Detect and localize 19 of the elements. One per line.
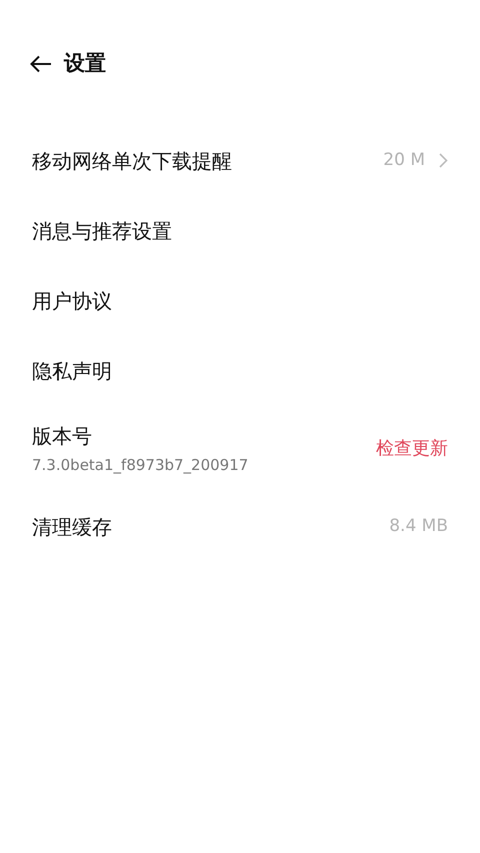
check-update-link[interactable]: 检查更新 bbox=[376, 435, 448, 462]
setting-label: 用户协议 bbox=[32, 288, 112, 314]
settings-row[interactable]: 移动网络单次下载提醒 20 M bbox=[0, 126, 480, 196]
setting-label: 清理缓存 bbox=[32, 514, 112, 540]
chevron-icon bbox=[439, 153, 448, 168]
setting-label: 消息与推荐设置 bbox=[32, 218, 172, 244]
setting-label: 隐私声明 bbox=[32, 358, 112, 384]
page-title: 设置 bbox=[64, 50, 106, 77]
back-arrow-icon[interactable] bbox=[30, 54, 52, 73]
setting-value: 20 M bbox=[383, 148, 425, 172]
setting-label: 移动网络单次下载提醒 bbox=[32, 148, 232, 174]
setting-value: 8.4 MB bbox=[389, 514, 448, 538]
version-number: 7.3.0beta1_f8973b7_200917 bbox=[32, 454, 248, 476]
settings-row[interactable]: 消息与推荐设置 bbox=[0, 196, 480, 266]
settings-row[interactable]: 隐私声明 bbox=[0, 336, 480, 406]
setting-label: 版本号 bbox=[32, 422, 93, 450]
settings-row[interactable]: 版本号 7.3.0beta1_f8973b7_200917 检查更新 bbox=[0, 406, 480, 492]
settings-row[interactable]: 用户协议 bbox=[0, 266, 480, 336]
settings-row[interactable]: 清理缓存 8.4 MB bbox=[0, 492, 480, 562]
